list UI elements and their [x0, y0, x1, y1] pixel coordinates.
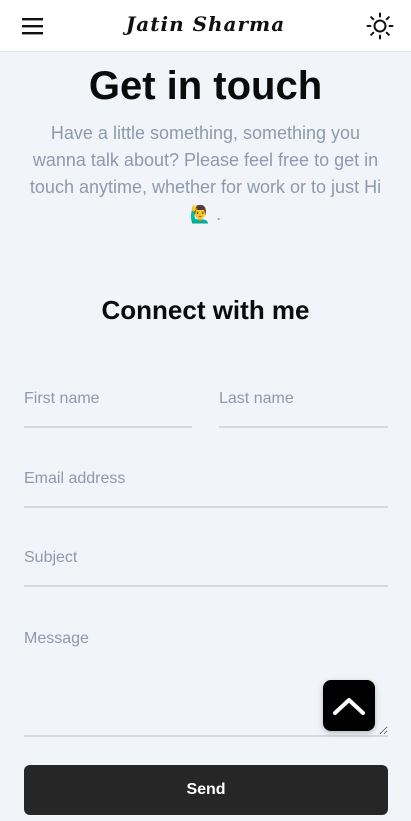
theme-toggle-button[interactable]	[365, 11, 395, 41]
scroll-to-top-button[interactable]	[323, 680, 375, 731]
chevron-up-icon	[333, 697, 365, 715]
intro-text: Have a little something, something you w…	[28, 120, 383, 228]
brand-logo[interactable]: Jatin Sharma	[0, 12, 411, 36]
intro-text-period: .	[216, 204, 222, 224]
page-title: Get in touch	[88, 64, 323, 108]
email-input[interactable]	[24, 468, 388, 508]
intro-text-body: Have a little something, something you w…	[29, 123, 382, 197]
last-name-input[interactable]	[219, 388, 388, 428]
subject-input[interactable]	[24, 547, 388, 587]
top-navbar: Jatin Sharma	[0, 0, 411, 52]
sun-icon	[366, 12, 394, 40]
send-button[interactable]: Send	[24, 765, 388, 815]
first-name-input[interactable]	[24, 388, 192, 428]
waving-person-icon: 🙋‍♂️	[189, 205, 212, 224]
connect-section-title: Connect with me	[101, 295, 310, 325]
